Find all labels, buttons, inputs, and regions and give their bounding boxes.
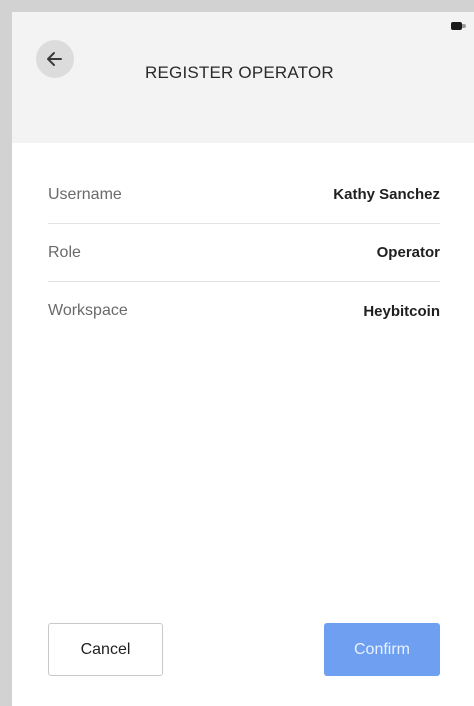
- username-label: Username: [48, 185, 122, 203]
- cancel-button[interactable]: Cancel: [48, 623, 163, 676]
- battery-tip: [462, 24, 466, 28]
- confirm-button[interactable]: Confirm: [324, 623, 440, 676]
- role-label: Role: [48, 243, 81, 261]
- battery-icon: [451, 22, 462, 30]
- cancel-button-label: Cancel: [80, 640, 131, 658]
- confirm-button-label: Confirm: [353, 640, 410, 658]
- detail-row-workspace: Workspace Heybitcoin: [48, 282, 440, 340]
- role-value: Operator: [376, 244, 440, 261]
- page-title: REGISTER OPERATOR: [145, 63, 334, 82]
- workspace-label: Workspace: [48, 302, 128, 319]
- back-button[interactable]: [36, 40, 74, 78]
- arrow-left-icon: [47, 52, 62, 66]
- detail-row-username: Username Kathy Sanchez: [48, 166, 440, 224]
- workspace-value: Heybitcoin: [363, 302, 440, 320]
- detail-row-role: Role Operator: [48, 224, 440, 282]
- details-list: Username Kathy Sanchez Role Operator Wor…: [48, 166, 440, 340]
- username-value: Kathy Sanchez: [333, 186, 440, 203]
